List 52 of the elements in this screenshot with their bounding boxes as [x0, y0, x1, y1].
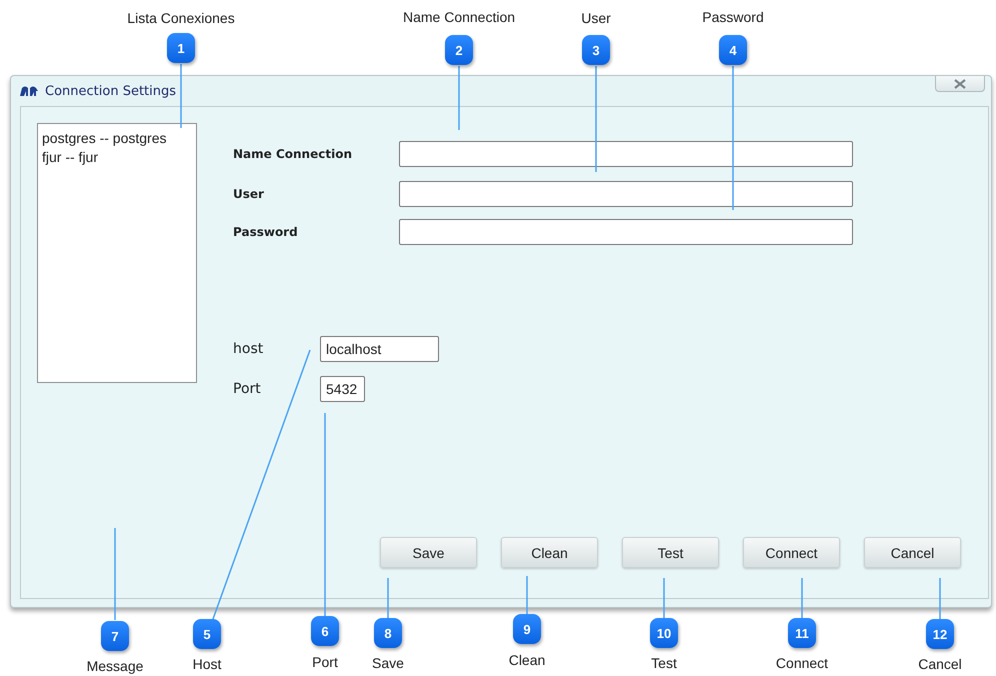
callout-label: Host	[192, 656, 222, 672]
leader-line	[801, 578, 803, 618]
field-label: Name Connection	[233, 147, 353, 161]
leader-line	[387, 578, 389, 618]
input-field[interactable]: 5432	[320, 376, 365, 402]
callout-marker: 6	[311, 616, 339, 646]
connection-list-item[interactable]: fjur -- fjur	[42, 149, 192, 165]
leader-line	[458, 66, 460, 130]
callout-label: Test	[651, 655, 677, 671]
input-field[interactable]	[399, 181, 853, 207]
dialog-button[interactable]: Cancel	[864, 537, 961, 568]
callout-label: Cancel	[918, 656, 962, 672]
callout-marker: 10	[650, 618, 678, 648]
dialog-button[interactable]: Clean	[501, 537, 598, 568]
window-title: Connection Settings	[45, 84, 178, 98]
app-icon	[19, 85, 39, 97]
callout-label: Message	[86, 658, 144, 674]
callout-marker: 4	[719, 35, 747, 65]
callout-marker: 5	[193, 619, 221, 649]
close-icon	[953, 78, 967, 88]
dialog-button[interactable]: Connect	[743, 537, 840, 568]
field-label: Password	[233, 225, 299, 239]
callout-marker: 9	[513, 614, 541, 644]
input-field[interactable]	[399, 219, 853, 245]
callout-label: Password	[702, 9, 764, 25]
leader-line	[180, 64, 182, 128]
callout-marker: 12	[926, 619, 954, 649]
callout-marker: 8	[374, 618, 402, 648]
callout-marker: 11	[788, 618, 816, 648]
callout-marker: 7	[101, 621, 129, 651]
callout-label: Connect	[776, 655, 828, 671]
close-button[interactable]	[935, 76, 985, 92]
callout-label: Name Connection	[402, 9, 516, 25]
callout-marker: 3	[582, 35, 610, 65]
field-label: Port	[233, 381, 262, 397]
field-label: User	[233, 187, 265, 201]
callout-label: Port	[312, 654, 338, 670]
input-field[interactable]	[399, 141, 853, 167]
leader-line	[663, 578, 665, 618]
dialog-button[interactable]: Test	[622, 537, 719, 568]
leader-line	[526, 576, 528, 614]
callout-label: Clean	[508, 652, 546, 668]
leader-line	[939, 578, 941, 619]
input-field[interactable]: localhost	[320, 336, 439, 362]
callout-label: Save	[372, 655, 404, 671]
callout-marker: 1	[167, 33, 195, 63]
field-label: host	[233, 341, 264, 357]
dialog-button[interactable]: Save	[380, 537, 477, 568]
callout-label: User	[581, 10, 611, 26]
connection-list-item[interactable]: postgres -- postgres	[42, 130, 192, 146]
callout-marker: 2	[445, 35, 473, 65]
callout-label: Lista Conexiones	[127, 10, 235, 26]
